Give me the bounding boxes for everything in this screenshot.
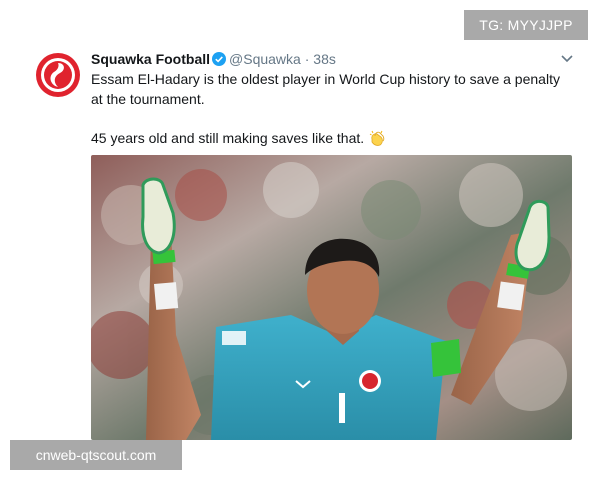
watermark-top-right: TG: MYYJJPP: [464, 10, 588, 40]
separator-dot: ·: [304, 51, 310, 67]
tweet-text-line1: Essam El-Hadary is the oldest player in …: [91, 71, 560, 107]
tweet-text-line2: 45 years old and still making saves like…: [91, 128, 571, 148]
tweet-photo[interactable]: [91, 155, 572, 440]
tweet-text: Essam El-Hadary is the oldest player in …: [91, 69, 571, 148]
timestamp[interactable]: 38s: [313, 51, 336, 67]
display-name[interactable]: Squawka Football: [91, 51, 210, 67]
tweet-card: Squawka Football @Squawka · 38s Essam El…: [0, 0, 600, 480]
handle[interactable]: @Squawka: [229, 51, 301, 67]
watermark-bottom-left: cnweb-qtscout.com: [10, 440, 182, 470]
tweet-text-line2-text: 45 years old and still making saves like…: [91, 130, 365, 146]
goalkeeper-photo: [91, 155, 572, 440]
verified-badge-icon: [212, 52, 227, 66]
chevron-down-icon[interactable]: [559, 52, 575, 66]
clapping-hands-icon: [369, 130, 385, 146]
squawka-logo-avatar[interactable]: [35, 52, 81, 98]
tweet-header: Squawka Football @Squawka · 38s: [91, 50, 336, 68]
